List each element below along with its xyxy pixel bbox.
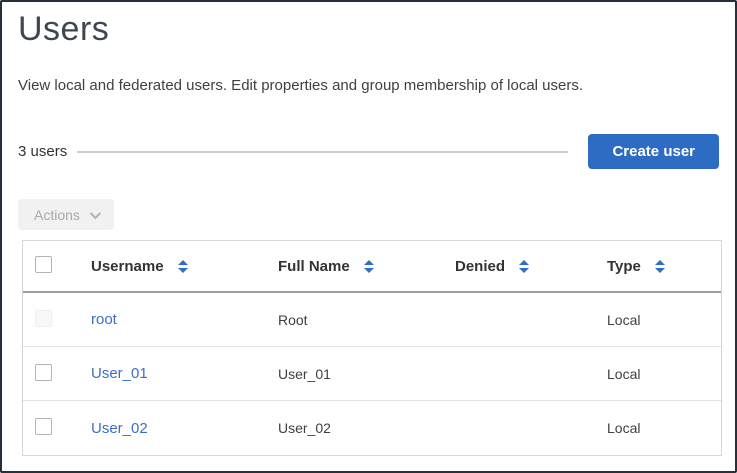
column-header-full-name[interactable]: Full Name bbox=[278, 258, 455, 275]
table-row: User_02 User_02 Local bbox=[23, 401, 721, 455]
count-row: 3 users Create user bbox=[18, 134, 719, 169]
users-page: Users View local and federated users. Ed… bbox=[0, 0, 737, 473]
full-name-cell: User_02 bbox=[278, 420, 331, 436]
type-cell: Local bbox=[607, 365, 641, 382]
sort-up-arrow bbox=[363, 259, 374, 265]
column-header-type[interactable]: Type bbox=[607, 258, 721, 275]
column-header-username[interactable]: Username bbox=[91, 258, 278, 275]
sort-icon[interactable] bbox=[654, 259, 665, 273]
row-checkbox bbox=[35, 309, 52, 327]
create-user-button[interactable]: Create user bbox=[588, 134, 719, 169]
username-cell: root bbox=[91, 311, 278, 328]
checkbox-cell bbox=[23, 418, 91, 438]
select-all-checkbox[interactable] bbox=[35, 256, 52, 273]
column-label: Type bbox=[607, 257, 641, 275]
username-link[interactable]: root bbox=[91, 311, 117, 328]
select-all-cell bbox=[23, 256, 91, 276]
page-title: Users bbox=[18, 10, 110, 48]
column-header-denied[interactable]: Denied bbox=[455, 258, 607, 275]
page-description: View local and federated users. Edit pro… bbox=[18, 77, 584, 94]
chevron-down-icon bbox=[89, 207, 101, 219]
sort-icon[interactable] bbox=[177, 259, 188, 273]
username-cell: User_01 bbox=[91, 365, 278, 382]
sort-down-arrow bbox=[654, 267, 665, 273]
row-checkbox[interactable] bbox=[35, 418, 52, 435]
sort-icon[interactable] bbox=[363, 259, 374, 273]
divider-line bbox=[77, 150, 569, 153]
sort-up-arrow bbox=[177, 259, 188, 265]
users-count: 3 users bbox=[18, 143, 68, 160]
column-label: Full Name bbox=[278, 257, 350, 275]
checkbox-cell bbox=[23, 363, 91, 384]
full-name-cell: User_01 bbox=[278, 365, 331, 382]
username-cell: User_02 bbox=[91, 420, 278, 437]
table-header-row: Username Full Name Denied Type bbox=[23, 241, 721, 293]
sort-icon[interactable] bbox=[519, 259, 530, 273]
sort-down-arrow bbox=[177, 267, 188, 273]
users-table: Username Full Name Denied Type root Root… bbox=[22, 240, 722, 456]
sort-down-arrow bbox=[519, 267, 530, 273]
type-cell: Local bbox=[607, 420, 641, 436]
type-cell: Local bbox=[607, 311, 641, 328]
sort-up-arrow bbox=[654, 259, 665, 265]
username-link[interactable]: User_02 bbox=[91, 420, 148, 437]
table-row: User_01 User_01 Local bbox=[23, 347, 721, 401]
username-link[interactable]: User_01 bbox=[91, 365, 148, 382]
checkbox-cell bbox=[23, 309, 91, 330]
row-checkbox[interactable] bbox=[35, 363, 52, 381]
column-label: Denied bbox=[455, 257, 506, 275]
actions-button[interactable]: Actions bbox=[18, 199, 114, 230]
table-row: root Root Local bbox=[23, 293, 721, 347]
sort-down-arrow bbox=[363, 267, 374, 273]
actions-button-label: Actions bbox=[34, 206, 80, 223]
full-name-cell: Root bbox=[278, 311, 308, 328]
sort-up-arrow bbox=[519, 259, 530, 265]
column-label: Username bbox=[91, 257, 164, 275]
